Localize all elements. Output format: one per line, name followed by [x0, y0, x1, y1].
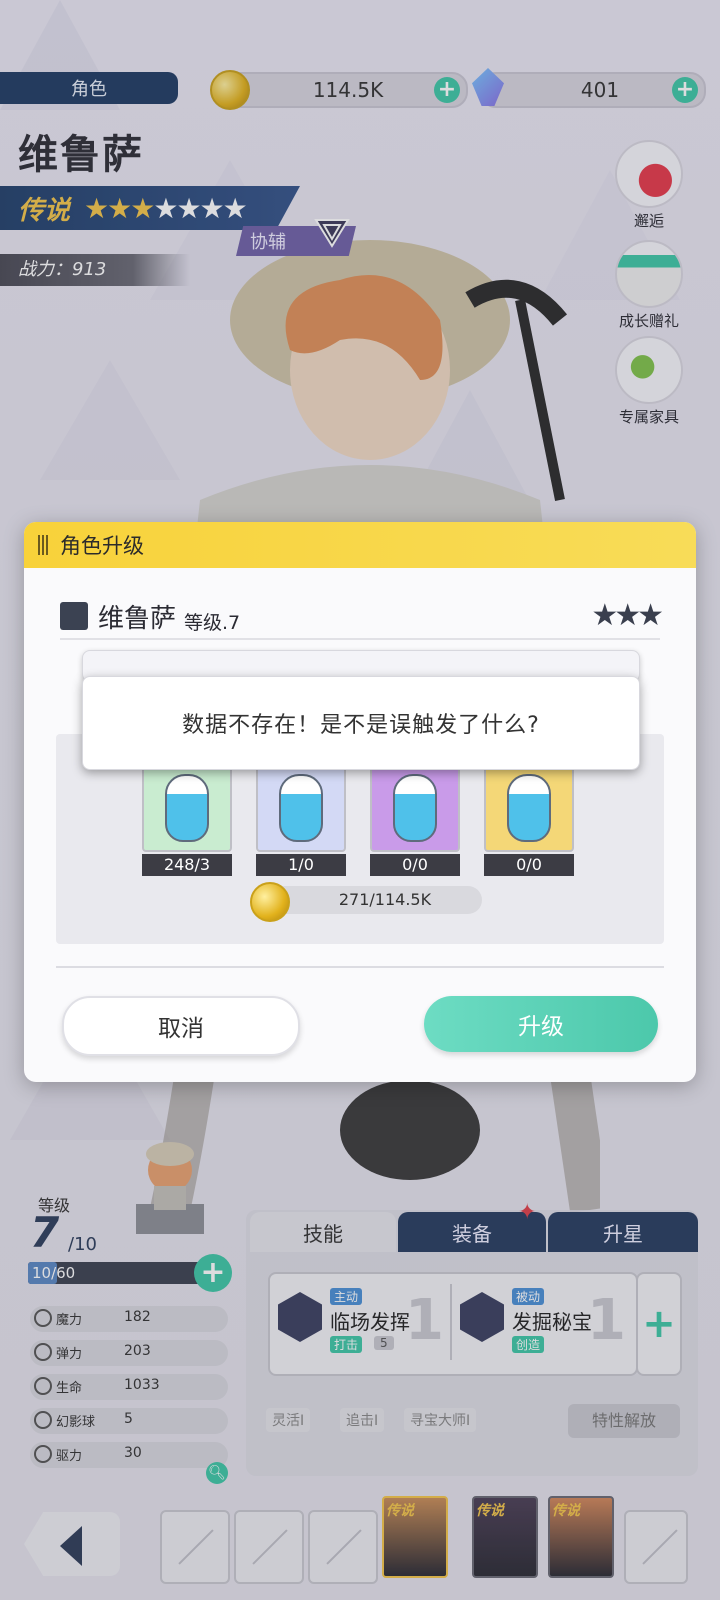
error-toast: 数据不存在！是不是误触发了什么?	[82, 676, 640, 770]
dialog-level: 等级.7	[184, 612, 241, 634]
upgrade-dialog: 角色升级 维鲁萨 等级.7 ★★★ 248/3 1/0 0/0 0/0 271/…	[24, 522, 696, 1082]
potion-small[interactable]: 248/3	[142, 762, 232, 876]
divider	[56, 966, 664, 968]
potion-medium[interactable]: 1/0	[256, 762, 346, 876]
potion-huge[interactable]: 0/0	[484, 762, 574, 876]
potion-bottle-icon	[507, 774, 551, 842]
coin-cost: 271/114.5K	[250, 882, 482, 922]
upgrade-button[interactable]: 升级	[424, 996, 658, 1052]
tree-icon	[60, 602, 88, 630]
character-screen: 角色 114.5K + 401 + 维鲁萨 传说 ★★★★★★★ 协辅 战力：9…	[0, 0, 720, 1600]
star-icons: ★★★	[591, 598, 664, 633]
dialog-header: 角色升级	[24, 522, 696, 568]
grip-icon	[38, 535, 50, 555]
potion-bottle-icon	[279, 774, 323, 842]
toast-message: 数据不存在！是不是误触发了什么?	[182, 713, 540, 738]
potion-large[interactable]: 0/0	[370, 762, 460, 876]
potion-bottle-icon	[165, 774, 209, 842]
dialog-char-name: 维鲁萨	[98, 604, 177, 634]
character-level-row: 维鲁萨 等级.7 ★★★	[60, 598, 664, 640]
dialog-title: 角色升级	[60, 534, 144, 558]
coin-icon	[250, 882, 290, 922]
potion-bottle-icon	[393, 774, 437, 842]
cancel-button[interactable]: 取消	[62, 996, 300, 1056]
